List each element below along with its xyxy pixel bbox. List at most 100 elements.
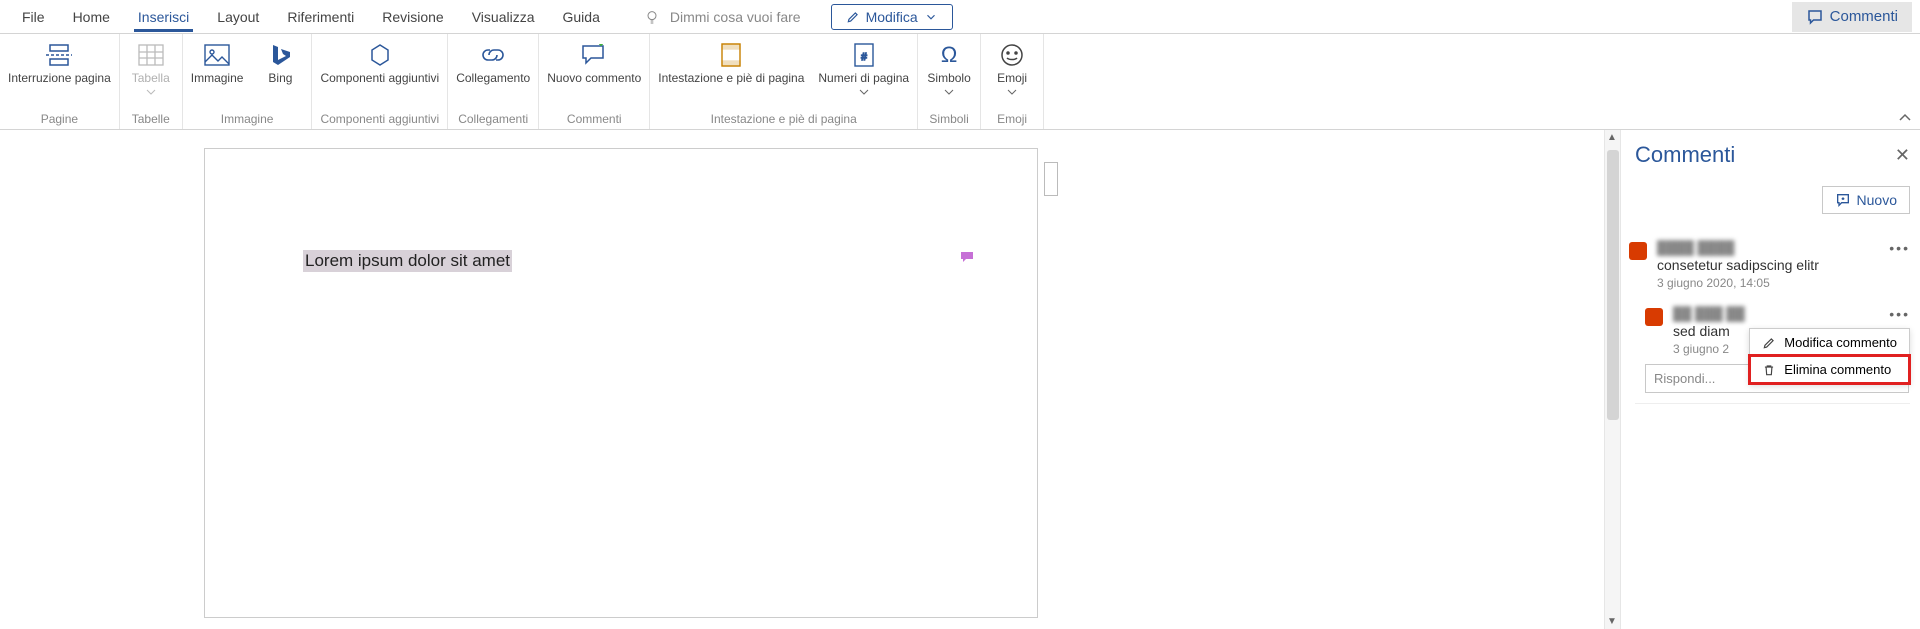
ribbon-collapse-button[interactable] <box>1898 111 1912 125</box>
emoji-icon <box>1000 43 1024 67</box>
edit-mode-label: Modifica <box>866 9 918 25</box>
page-break-button[interactable]: Interruzione pagina <box>8 40 111 86</box>
chevron-down-icon <box>859 88 869 96</box>
svg-text:#: # <box>861 52 867 63</box>
comment-timestamp: 3 giugno 2020, 14:05 <box>1657 276 1910 290</box>
scroll-up-icon[interactable]: ▲ <box>1607 132 1617 143</box>
vertical-scrollbar[interactable]: ▲ ▼ <box>1604 130 1620 629</box>
bing-label: Bing <box>268 72 292 86</box>
comment-indicator[interactable] <box>960 250 974 262</box>
delete-comment-menuitem[interactable]: Elimina commento <box>1750 356 1909 383</box>
addins-button[interactable]: Componenti aggiuntivi <box>320 40 439 86</box>
new-comment-pane-button[interactable]: Nuovo <box>1822 186 1910 214</box>
comment-author: ████ ████ <box>1657 240 1910 255</box>
comment-body: consetetur sadipscing elitr <box>1657 257 1910 273</box>
chevron-down-icon <box>944 88 954 96</box>
edit-comment-label: Modifica commento <box>1784 335 1897 350</box>
ribbon: Interruzione pagina Pagine Tabella Tabel… <box>0 34 1920 130</box>
group-image-label: Immagine <box>221 110 274 129</box>
page-break-icon <box>44 43 74 67</box>
image-button[interactable]: Immagine <box>191 40 244 86</box>
avatar <box>1645 308 1663 326</box>
headerfooter-label: Intestazione e piè di pagina <box>658 72 804 86</box>
avatar <box>1629 242 1647 260</box>
scroll-thumb[interactable] <box>1607 150 1619 420</box>
group-headerfooter: Intestazione e piè di pagina # Numeri di… <box>650 34 918 129</box>
group-image: Immagine Bing Immagine <box>183 34 313 129</box>
comment-bubble-icon <box>960 251 974 263</box>
new-comment-label: Nuovo commento <box>547 72 641 86</box>
bing-button[interactable]: Bing <box>257 40 303 86</box>
new-comment-button[interactable]: Nuovo commento <box>547 40 641 86</box>
tab-file[interactable]: File <box>8 3 59 31</box>
headerfooter-button[interactable]: Intestazione e piè di pagina <box>658 40 804 86</box>
comment-anchor-box[interactable] <box>1044 162 1058 196</box>
close-pane-button[interactable]: ✕ <box>1895 145 1910 166</box>
tab-insert[interactable]: Inserisci <box>124 3 203 31</box>
group-comments: Nuovo commento Commenti <box>539 34 650 129</box>
chevron-down-icon <box>146 88 156 96</box>
comments-pane: Commenti ✕ Nuovo ••• ████ ████ consetetu… <box>1620 130 1920 629</box>
symbol-label: Simbolo <box>927 72 970 86</box>
pagenumbers-label: Numeri di pagina <box>818 72 909 86</box>
tell-me-placeholder: Dimmi cosa vuoi fare <box>670 9 801 25</box>
link-button[interactable]: Collegamento <box>456 40 530 86</box>
group-symbols: Ω Simbolo Simboli <box>918 34 981 129</box>
comment-item[interactable]: ••• ████ ████ consetetur sadipscing elit… <box>1635 240 1910 290</box>
tab-help[interactable]: Guida <box>549 3 614 31</box>
table-button: Tabella <box>128 40 174 96</box>
pagenumbers-button[interactable]: # Numeri di pagina <box>818 40 909 96</box>
omega-icon: Ω <box>941 42 957 67</box>
tab-layout[interactable]: Layout <box>203 3 273 31</box>
image-label: Immagine <box>191 72 244 86</box>
comment-plus-icon <box>1835 192 1851 208</box>
trash-icon <box>1762 363 1776 377</box>
page-break-label: Interruzione pagina <box>8 72 111 86</box>
comment-item[interactable]: ••• ██ ███ ██ sed diam 3 giugno 2 Modifi… <box>1651 306 1910 356</box>
emoji-label: Emoji <box>997 72 1027 86</box>
pagenumbers-icon: # <box>853 42 875 68</box>
delete-comment-label: Elimina commento <box>1784 362 1891 377</box>
document-page[interactable] <box>204 148 1038 618</box>
comment-context-menu: Modifica commento Elimina commento <box>1749 328 1910 384</box>
document-area[interactable]: Lorem ipsum dolor sit amet <box>0 130 1604 629</box>
group-tables: Tabella Tabelle <box>120 34 183 129</box>
tab-review[interactable]: Revisione <box>368 3 457 31</box>
link-label: Collegamento <box>456 72 530 86</box>
edit-mode-button[interactable]: Modifica <box>831 4 953 30</box>
chevron-up-icon <box>1898 112 1912 122</box>
comment-thread: ••• ████ ████ consetetur sadipscing elit… <box>1635 240 1910 404</box>
group-addins-label: Componenti aggiuntivi <box>320 110 439 129</box>
group-links-label: Collegamenti <box>458 110 528 129</box>
comments-toggle-label: Commenti <box>1830 8 1898 25</box>
group-headerfooter-label: Intestazione e piè di pagina <box>711 110 857 129</box>
comments-toggle-button[interactable]: Commenti <box>1792 2 1912 32</box>
addins-icon <box>367 43 393 67</box>
emoji-button[interactable]: Emoji <box>989 40 1035 96</box>
comments-pane-title: Commenti <box>1635 142 1735 168</box>
group-tables-label: Tabelle <box>132 110 170 129</box>
pencil-icon <box>1762 336 1776 350</box>
link-icon <box>479 45 507 65</box>
tell-me-search[interactable]: Dimmi cosa vuoi fare <box>644 9 801 25</box>
image-icon <box>204 44 230 66</box>
group-emoji-label: Emoji <box>997 110 1027 129</box>
group-addins: Componenti aggiuntivi Componenti aggiunt… <box>312 34 448 129</box>
table-label: Tabella <box>132 72 170 86</box>
tab-references[interactable]: Riferimenti <box>273 3 368 31</box>
group-links: Collegamento Collegamenti <box>448 34 539 129</box>
addins-label: Componenti aggiuntivi <box>320 72 439 86</box>
tab-home[interactable]: Home <box>59 3 124 31</box>
scroll-down-icon[interactable]: ▼ <box>1607 616 1617 627</box>
edit-comment-menuitem[interactable]: Modifica commento <box>1750 329 1909 356</box>
symbol-button[interactable]: Ω Simbolo <box>926 40 972 96</box>
selected-text[interactable]: Lorem ipsum dolor sit amet <box>303 250 512 272</box>
group-symbols-label: Simboli <box>929 110 968 129</box>
tab-view[interactable]: Visualizza <box>458 3 549 31</box>
group-comments-label: Commenti <box>567 110 622 129</box>
workarea: Lorem ipsum dolor sit amet ▲ ▼ Commenti … <box>0 130 1920 629</box>
new-comment-icon <box>581 44 607 66</box>
headerfooter-icon <box>720 42 742 68</box>
chevron-down-icon <box>924 10 938 24</box>
comment-icon <box>1806 8 1824 26</box>
